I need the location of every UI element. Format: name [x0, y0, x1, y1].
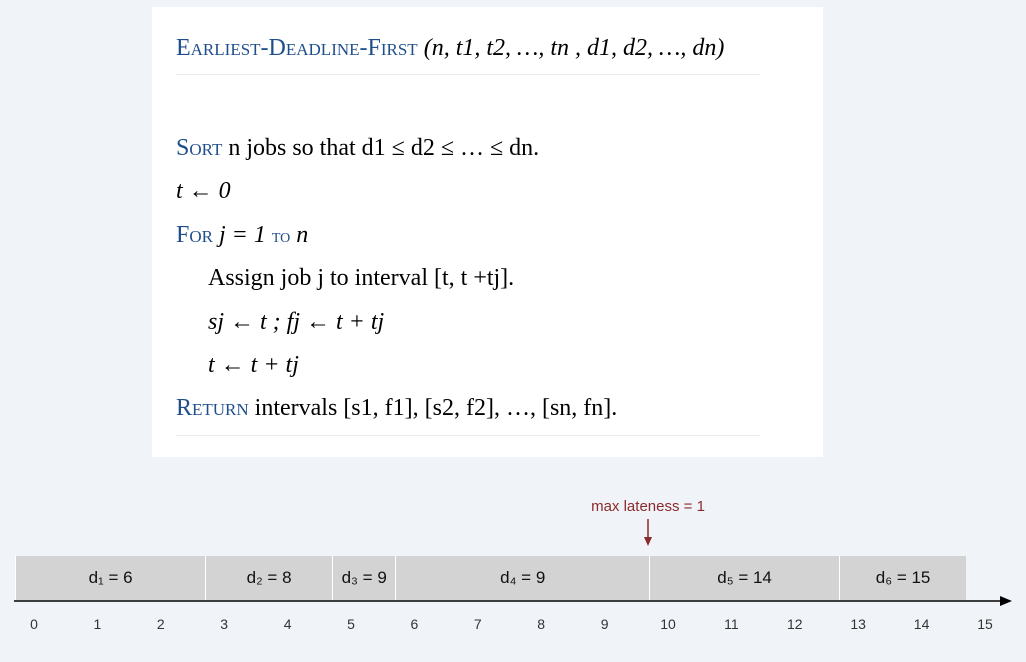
- return-line: Return intervals [s1, f1], [s2, f2], …, …: [176, 395, 617, 422]
- assign-line: Assign job j to interval [t, t +tj].: [208, 265, 515, 291]
- tick-label-6: 6: [410, 616, 419, 632]
- tick-label-8: 8: [537, 616, 546, 632]
- sort-text: n jobs so that d1 ≤ d2 ≤ … ≤ dn.: [222, 135, 540, 161]
- title-divider: [176, 74, 760, 75]
- time-axis-arrowhead: [1000, 596, 1012, 606]
- for-line: For j = 1 to n: [176, 222, 308, 249]
- init-line: t ← 0: [176, 178, 231, 204]
- tick-label-3: 3: [220, 616, 229, 632]
- return-text: intervals [s1, f1], [s2, f2], …, [sn, fn…: [248, 395, 618, 421]
- tick-label-12: 12: [787, 616, 803, 632]
- tick-label-1: 1: [93, 616, 102, 632]
- tick-label-13: 13: [850, 616, 866, 632]
- update-line: t ← t + tj: [208, 352, 299, 378]
- job-block-4: d₄ = 9: [395, 556, 649, 600]
- algorithm-args: (n, t1, t2, …, tn , d1, d2, …, dn): [417, 35, 725, 61]
- schedule-timeline: max lateness = 1 d₁ = 6 d₂ = 8 d₃ = 9 d₄ = …: [0, 470, 1026, 662]
- tick-label-15: 15: [977, 616, 993, 632]
- lateness-arrow-head: [644, 537, 652, 546]
- start-finish-line: sj ← t ; fj ← t + tj: [208, 309, 385, 335]
- for-range: j = 1: [212, 222, 272, 248]
- algorithm-panel: Earliest-Deadline-First (n, t1, t2, …, t…: [152, 7, 823, 457]
- return-keyword: Return: [176, 395, 249, 421]
- job-block-1: d₁ = 6: [15, 556, 206, 600]
- tick-label-11: 11: [724, 616, 739, 632]
- tick-label-14: 14: [913, 616, 930, 632]
- tick-label-7: 7: [473, 616, 482, 632]
- job-block-3: d₃ = 9: [332, 556, 396, 600]
- sort-line: Sort n jobs so that d1 ≤ d2 ≤ … ≤ dn.: [176, 135, 539, 162]
- bottom-divider: [176, 435, 760, 436]
- job-block-2: d₂ = 8: [205, 556, 332, 600]
- to-keyword: to: [271, 225, 291, 247]
- tick-label-9: 9: [600, 616, 609, 632]
- job-block-6: d₆ = 15: [839, 556, 966, 600]
- for-keyword: For: [176, 222, 213, 248]
- tick-label-0: 0: [30, 616, 38, 632]
- tick-label-2: 2: [156, 616, 165, 632]
- for-end: n: [290, 222, 309, 248]
- tick-label-4: 4: [283, 616, 292, 632]
- job-block-5: d₅ = 14: [649, 556, 840, 600]
- tick-label-10: 10: [660, 616, 676, 632]
- tick-label-5: 5: [347, 616, 355, 632]
- algorithm-name: Earliest-Deadline-First: [176, 35, 418, 61]
- algorithm-title: Earliest-Deadline-First (n, t1, t2, …, t…: [176, 35, 724, 62]
- sort-keyword: Sort: [176, 135, 223, 161]
